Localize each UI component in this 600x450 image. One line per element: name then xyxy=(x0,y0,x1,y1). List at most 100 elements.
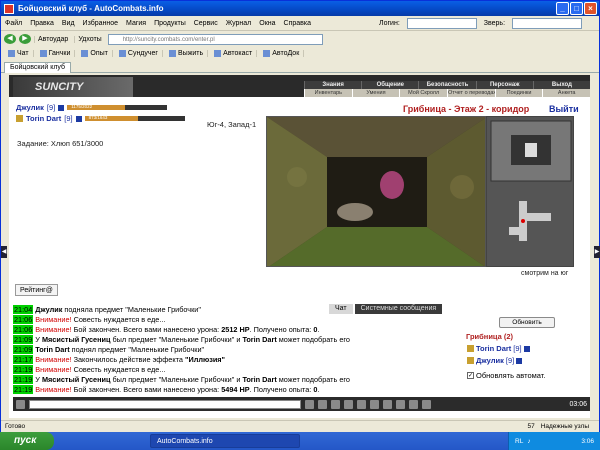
translit-icon[interactable] xyxy=(370,399,379,409)
chat-timestamp[interactable]: 21:06 xyxy=(13,315,34,324)
speaker-icon[interactable]: ♪ xyxy=(527,438,530,445)
menu-edit[interactable]: Правка xyxy=(26,20,58,27)
suncity-logo: SUNCITY xyxy=(13,77,133,97)
chat-text: Torin Dart xyxy=(35,345,70,354)
chat-line: 21:09 Torin Dart поднял предмет "Маленьк… xyxy=(13,345,461,355)
info-icon[interactable] xyxy=(58,104,65,111)
autocast-icon xyxy=(214,50,222,57)
subnav-profile[interactable]: Анкета xyxy=(542,89,590,97)
link-survive[interactable]: Выжить xyxy=(165,50,209,57)
taskbar-item[interactable]: AutoCombats.info xyxy=(150,434,300,448)
menu-file[interactable]: Файл xyxy=(1,20,26,27)
info-icon[interactable] xyxy=(523,345,530,352)
member-name[interactable]: Джулик xyxy=(476,356,504,365)
minimap-panel[interactable] xyxy=(486,116,574,267)
link-exp[interactable]: Опыт xyxy=(77,50,113,57)
autoudar-button[interactable]: Автоудар xyxy=(34,35,71,43)
scroll-left-arrow[interactable]: ◀ xyxy=(1,246,7,258)
tab-chat[interactable]: Чат xyxy=(329,304,353,314)
link-chat[interactable]: Чат xyxy=(4,50,34,57)
scroll-icon[interactable] xyxy=(357,399,366,409)
chat-line: 21:19 Внимание! Бой закончен. Всего вами… xyxy=(13,385,461,395)
chat-text: Закончилось действие эффекта xyxy=(71,355,185,364)
nav-knowledge[interactable]: Знания xyxy=(304,81,361,89)
menu-view[interactable]: Вид xyxy=(58,20,79,27)
language-indicator[interactable]: RL xyxy=(515,438,523,445)
sound-icon[interactable] xyxy=(396,399,405,409)
chat-timestamp[interactable]: 21:19 xyxy=(13,385,34,394)
chat-text: Джулик xyxy=(35,305,63,314)
dungeon-view[interactable] xyxy=(266,116,486,267)
chat-input[interactable] xyxy=(29,399,301,409)
info-icon[interactable] xyxy=(75,115,82,122)
start-button[interactable]: пуск xyxy=(0,432,54,450)
chat-timestamp[interactable]: 21:19 xyxy=(13,365,34,374)
exit-link[interactable]: Выйти xyxy=(549,104,579,114)
chat-timestamp[interactable]: 21:19 xyxy=(13,375,34,384)
send-icon[interactable] xyxy=(305,399,314,409)
avatar-icon xyxy=(467,357,474,364)
chat-timestamp[interactable]: 21:09 xyxy=(13,335,34,344)
direction-text: смотрим на юг xyxy=(521,270,569,277)
menu-windows[interactable]: Окна xyxy=(255,20,279,27)
subnav-skills[interactable]: Умения xyxy=(351,89,400,97)
refresh-button[interactable]: Обновить xyxy=(499,317,555,328)
save-icon[interactable] xyxy=(344,399,353,409)
link-autodoc[interactable]: АвтоДок xyxy=(259,50,305,57)
link-autocast[interactable]: Автокаст xyxy=(210,50,258,57)
exp-icon xyxy=(81,50,89,57)
subnav-fights[interactable]: Поединки xyxy=(494,89,543,97)
tab-system[interactable]: Системные сообщения xyxy=(354,304,443,314)
links-bar: Чат Ганчки Опыт Сундучег Выжить Автокаст… xyxy=(1,47,599,60)
menu-journal[interactable]: Журнал xyxy=(222,20,256,27)
maximize-button[interactable]: □ xyxy=(570,2,583,15)
login-select[interactable] xyxy=(406,17,477,29)
zone-text: Надежные узлы xyxy=(540,423,589,430)
menu-magic[interactable]: Магия xyxy=(122,20,150,27)
player-name[interactable]: Torin Dart xyxy=(26,114,61,123)
player-name[interactable]: Джулик xyxy=(16,103,44,112)
info-icon[interactable] xyxy=(516,357,523,364)
chat-timestamp[interactable]: 21:09 xyxy=(13,345,34,354)
menu-service[interactable]: Сервис xyxy=(190,20,222,27)
chat-text: Torin Dart xyxy=(242,375,277,384)
udary-button[interactable]: Удхоты xyxy=(74,35,104,43)
nav-character[interactable]: Персонаж xyxy=(475,81,533,89)
smiley-icon[interactable] xyxy=(16,399,25,409)
menu-help[interactable]: Справка xyxy=(280,20,315,27)
address-input[interactable]: http://suncity.combats.com/enter.pl xyxy=(107,33,323,45)
chat-timestamp[interactable]: 21:17 xyxy=(13,355,34,364)
close-button[interactable]: × xyxy=(584,2,597,15)
nav-social[interactable]: Общение xyxy=(361,81,418,89)
pet-select[interactable] xyxy=(512,17,583,29)
menu-products[interactable]: Продукты xyxy=(150,20,190,27)
chat-timestamp[interactable]: 21:04 xyxy=(13,305,34,314)
link-ganchki[interactable]: Ганчки xyxy=(36,50,76,57)
tab-fight-club[interactable]: Бойцовский клуб xyxy=(4,62,72,73)
tab-strip: Бойцовский клуб xyxy=(1,61,599,73)
minimize-button[interactable]: _ xyxy=(556,2,569,15)
game-header: SUNCITY Знания Общение Безопасность Перс… xyxy=(9,75,590,97)
music-icon[interactable] xyxy=(383,399,392,409)
link-chest[interactable]: Сундучег xyxy=(115,50,163,57)
nav-exit[interactable]: Выход xyxy=(532,81,590,89)
rating-badge[interactable]: Рейтинг@ xyxy=(15,284,58,296)
menu-favorites[interactable]: Избранное xyxy=(79,20,122,27)
member-name[interactable]: Torin Dart xyxy=(476,344,511,353)
forward-icon[interactable]: ▶ xyxy=(19,34,31,44)
settings-icon[interactable] xyxy=(409,399,418,409)
back-icon[interactable]: ◀ xyxy=(4,34,16,44)
auto-refresh-checkbox[interactable]: ✓ xyxy=(467,372,474,379)
filter-icon[interactable] xyxy=(331,399,340,409)
autodoc-icon xyxy=(263,50,271,57)
nav-security[interactable]: Безопасность xyxy=(418,81,475,89)
subnav-transfers[interactable]: Отчет о переводах xyxy=(447,89,495,97)
clear-icon[interactable] xyxy=(318,399,327,409)
chat-text: Torin Dart xyxy=(242,335,277,344)
lock-icon[interactable] xyxy=(422,399,431,409)
member-level: [9] xyxy=(513,344,522,353)
scroll-right-arrow[interactable]: ▶ xyxy=(594,246,600,258)
subnav-inventory[interactable]: Инвентарь xyxy=(304,89,352,97)
chat-timestamp[interactable]: 21:06 xyxy=(13,325,34,334)
subnav-scroll[interactable]: Мой Скролл xyxy=(399,89,447,97)
